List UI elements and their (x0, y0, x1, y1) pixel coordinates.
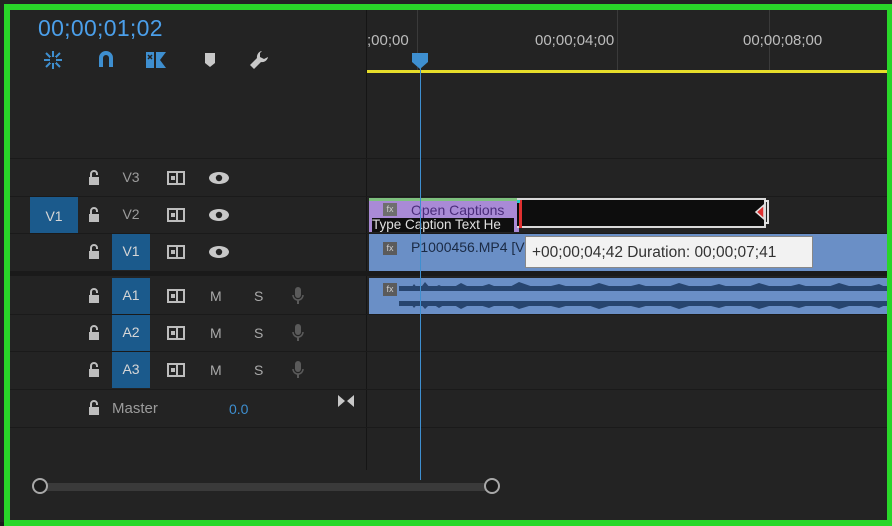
video-clip-title: P1000456.MP4 [V (411, 239, 525, 255)
track-name-a3[interactable]: A3 (112, 361, 150, 377)
mic-icon[interactable] (291, 360, 305, 385)
toggle-sync-icon[interactable] (167, 207, 185, 228)
audio-waveform (399, 282, 892, 309)
caption-clip-title: Open Captions (411, 202, 505, 218)
solo-button[interactable]: S (254, 362, 263, 378)
timeline-inner: 00;00;01;02 ;00;00 00;00;04;00 00;00;08;… (10, 10, 892, 514)
eye-icon[interactable] (208, 171, 230, 190)
toggle-sync-icon[interactable] (167, 244, 185, 265)
track-header-a3: A3 M S (10, 352, 367, 389)
track-name-a1[interactable]: A1 (112, 287, 150, 303)
trim-tooltip: +00;00;04;42 Duration: 00;00;07;41 (525, 236, 813, 268)
toggle-sync-icon[interactable] (167, 288, 185, 309)
mute-button[interactable]: M (210, 325, 222, 341)
track-name-v3[interactable]: V3 (112, 169, 150, 185)
playhead-handle[interactable] (411, 52, 429, 70)
fx-badge: fx (383, 242, 397, 255)
track-header-v3: V3 (10, 160, 367, 197)
track-header-a1: A1 M S (10, 278, 367, 315)
lock-icon[interactable] (87, 244, 101, 260)
track-name-v1[interactable]: V1 (112, 243, 150, 259)
lock-icon[interactable] (87, 400, 101, 416)
trim-extension-outline (517, 198, 766, 228)
scrollbar-left-handle[interactable] (32, 478, 48, 494)
source-patch-label: V1 (45, 208, 63, 224)
wrench-icon[interactable] (247, 48, 271, 72)
snap-nest-icon[interactable] (41, 48, 65, 72)
marker-icon[interactable] (198, 48, 222, 72)
premiere-timeline-panel: 00;00;01;02 ;00;00 00;00;04;00 00;00;08;… (0, 0, 892, 526)
linked-selection-icon[interactable] (144, 48, 168, 72)
eye-icon[interactable] (208, 208, 230, 227)
ruler-label-8s: 00;00;08;00 (743, 32, 823, 49)
toggle-sync-icon[interactable] (167, 170, 185, 191)
trim-out-cursor-icon[interactable] (750, 199, 770, 230)
magnet-icon[interactable] (94, 48, 118, 72)
time-ruler[interactable]: ;00;00 00;00;04;00 00;00;08;00 (367, 10, 892, 78)
caption-clip[interactable]: fx Open Captions Type Caption Text He (369, 198, 519, 232)
lock-icon[interactable] (87, 170, 101, 186)
track-header-master: Master 0.0 (10, 390, 367, 427)
track-header-a2: A2 M S (10, 315, 367, 352)
work-area-bar[interactable] (367, 70, 892, 73)
fit-timeline-icon[interactable] (337, 394, 355, 413)
mute-button[interactable]: M (210, 362, 222, 378)
solo-button[interactable]: S (254, 288, 263, 304)
mic-icon[interactable] (291, 323, 305, 348)
master-label: Master (112, 400, 158, 417)
lock-icon[interactable] (87, 288, 101, 304)
lock-icon[interactable] (87, 325, 101, 341)
horizontal-zoom-scrollbar[interactable] (38, 483, 494, 491)
toggle-sync-icon[interactable] (167, 325, 185, 346)
toggle-sync-icon[interactable] (167, 362, 185, 383)
lock-icon[interactable] (87, 207, 101, 223)
ruler-label-4s: 00;00;04;00 (535, 32, 615, 49)
track-name-a2[interactable]: A2 (112, 324, 150, 340)
track-name-v2[interactable]: V2 (112, 206, 150, 222)
fx-badge: fx (383, 203, 397, 216)
track-header-v2: V1 V2 (10, 197, 367, 234)
mic-icon[interactable] (291, 286, 305, 311)
caption-clip-text: Type Caption Text He (372, 218, 514, 232)
lock-icon[interactable] (87, 362, 101, 378)
audio-clip[interactable]: fx (369, 278, 892, 314)
playhead-timecode[interactable]: 00;00;01;02 (38, 15, 163, 42)
mute-button[interactable]: M (210, 288, 222, 304)
master-volume-value[interactable]: 0.0 (229, 401, 248, 417)
playhead-line[interactable] (420, 60, 421, 480)
solo-button[interactable]: S (254, 325, 263, 341)
eye-icon[interactable] (208, 245, 230, 264)
ruler-label-0: ;00;00 (367, 32, 409, 49)
scrollbar-right-handle[interactable] (484, 478, 500, 494)
track-header-v1: V1 (10, 234, 367, 271)
